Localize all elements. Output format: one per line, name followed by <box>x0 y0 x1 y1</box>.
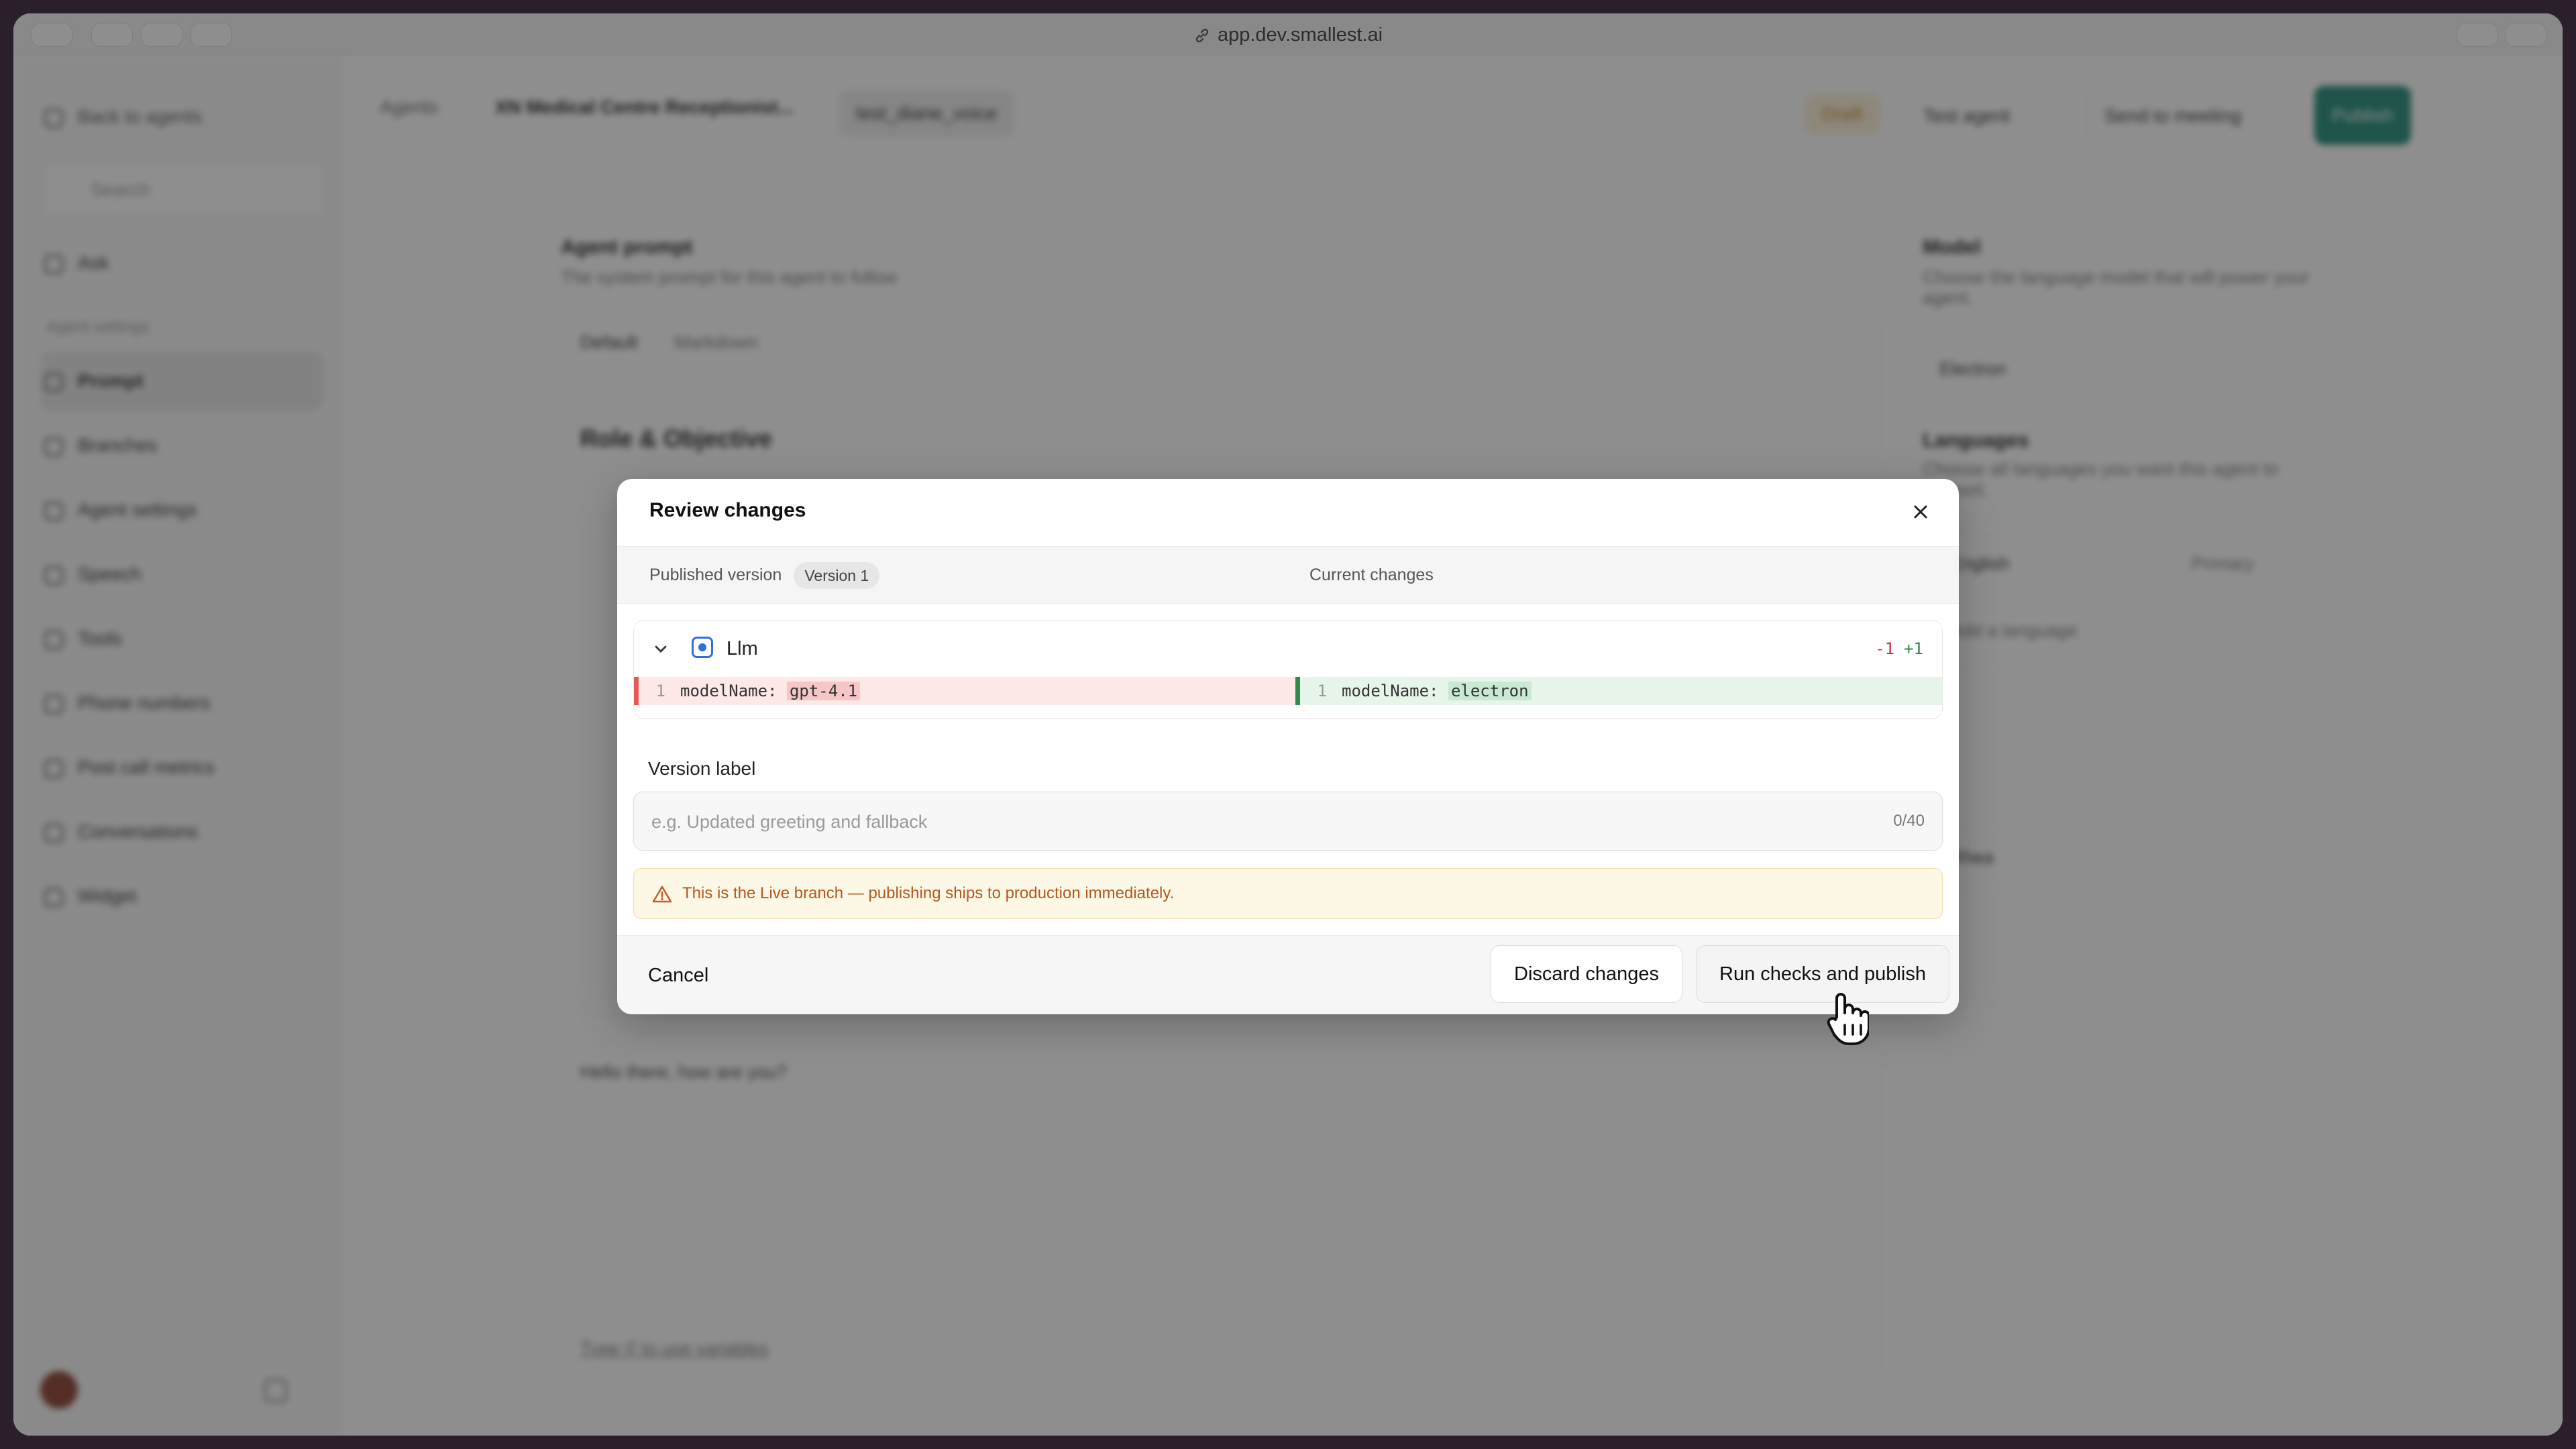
cancel-button[interactable]: Cancel <box>648 936 708 1014</box>
diff-added-value: electron <box>1448 682 1532 700</box>
diff-row-removed: 1 modelName: gpt-4.1 <box>634 677 1296 705</box>
diff-section-name: Llm <box>727 638 758 659</box>
review-changes-dialog: Review changes Published version Version … <box>617 479 1959 1014</box>
deletions-count: -1 <box>1875 639 1895 658</box>
comparison-header: Published version Version 1 Current chang… <box>617 546 1959 604</box>
dialog-title: Review changes <box>649 499 806 521</box>
warning-icon <box>652 885 672 903</box>
current-changes-label: Current changes <box>1309 566 1434 584</box>
diff-row-added: 1 modelName: electron <box>1295 677 1942 705</box>
published-label: Published version <box>649 566 782 584</box>
diff-card: Llm -1 +1 1 modelName: gpt-4.1 1 modelName:… <box>633 620 1943 719</box>
diff-key: modelName: <box>680 682 787 700</box>
diff-removed-value: gpt-4.1 <box>786 682 861 700</box>
character-counter: 0/40 <box>1893 812 1925 830</box>
diff-key: modelName: <box>1342 682 1448 700</box>
diff-stats: -1 +1 <box>1875 621 1923 677</box>
warning-text: This is the Live branch — publishing shi… <box>682 884 1175 902</box>
llm-icon <box>692 637 713 658</box>
close-icon[interactable] <box>1909 500 1932 523</box>
version-label-title: Version label <box>648 758 756 779</box>
diff-header[interactable]: Llm -1 +1 <box>634 621 1942 677</box>
hand-pointer-icon <box>1827 993 1869 1045</box>
additions-count: +1 <box>1904 639 1923 658</box>
published-version-header: Published version Version 1 <box>649 547 880 603</box>
chevron-down-icon[interactable] <box>651 639 670 658</box>
version-label-input[interactable] <box>634 792 1860 851</box>
line-number: 1 <box>1317 682 1327 700</box>
discard-changes-button[interactable]: Discard changes <box>1491 945 1682 1003</box>
version-badge: Version 1 <box>794 562 880 590</box>
version-label-field: 0/40 <box>633 792 1943 851</box>
line-number: 1 <box>655 682 665 700</box>
dialog-footer: Cancel Discard changes Run checks and pu… <box>617 935 1959 1014</box>
live-branch-warning: This is the Live branch — publishing shi… <box>633 868 1943 919</box>
